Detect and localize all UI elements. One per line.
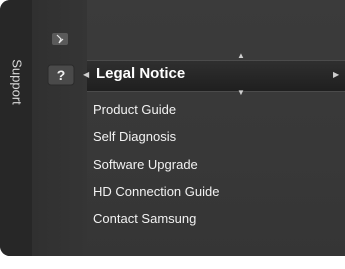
up-arrow-icon[interactable]: ▲ [237,51,245,60]
sidebar-label: Support [9,59,25,105]
help-question-icon[interactable]: ? [47,64,75,86]
menu-item-software-upgrade[interactable]: Software Upgrade [93,157,198,172]
tv-menu-screen: Support ? ▲ ▼ ◀ ▶ Legal Notice Product G… [0,0,345,256]
settings-icon[interactable] [52,33,68,45]
svg-text:?: ? [57,67,66,83]
menu-item-product-guide[interactable]: Product Guide [93,102,176,117]
sidebar-tab-support[interactable]: Support [0,0,32,256]
down-arrow-icon[interactable]: ▼ [237,88,245,97]
right-arrow-icon[interactable]: ▶ [333,70,339,79]
menu-item-hd-connection-guide[interactable]: HD Connection Guide [93,184,219,199]
menu-item-self-diagnosis[interactable]: Self Diagnosis [93,129,176,144]
menu-item-contact-samsung[interactable]: Contact Samsung [93,211,196,226]
menu-item-selected[interactable]: Legal Notice [96,65,185,82]
left-arrow-icon[interactable]: ◀ [83,70,89,79]
